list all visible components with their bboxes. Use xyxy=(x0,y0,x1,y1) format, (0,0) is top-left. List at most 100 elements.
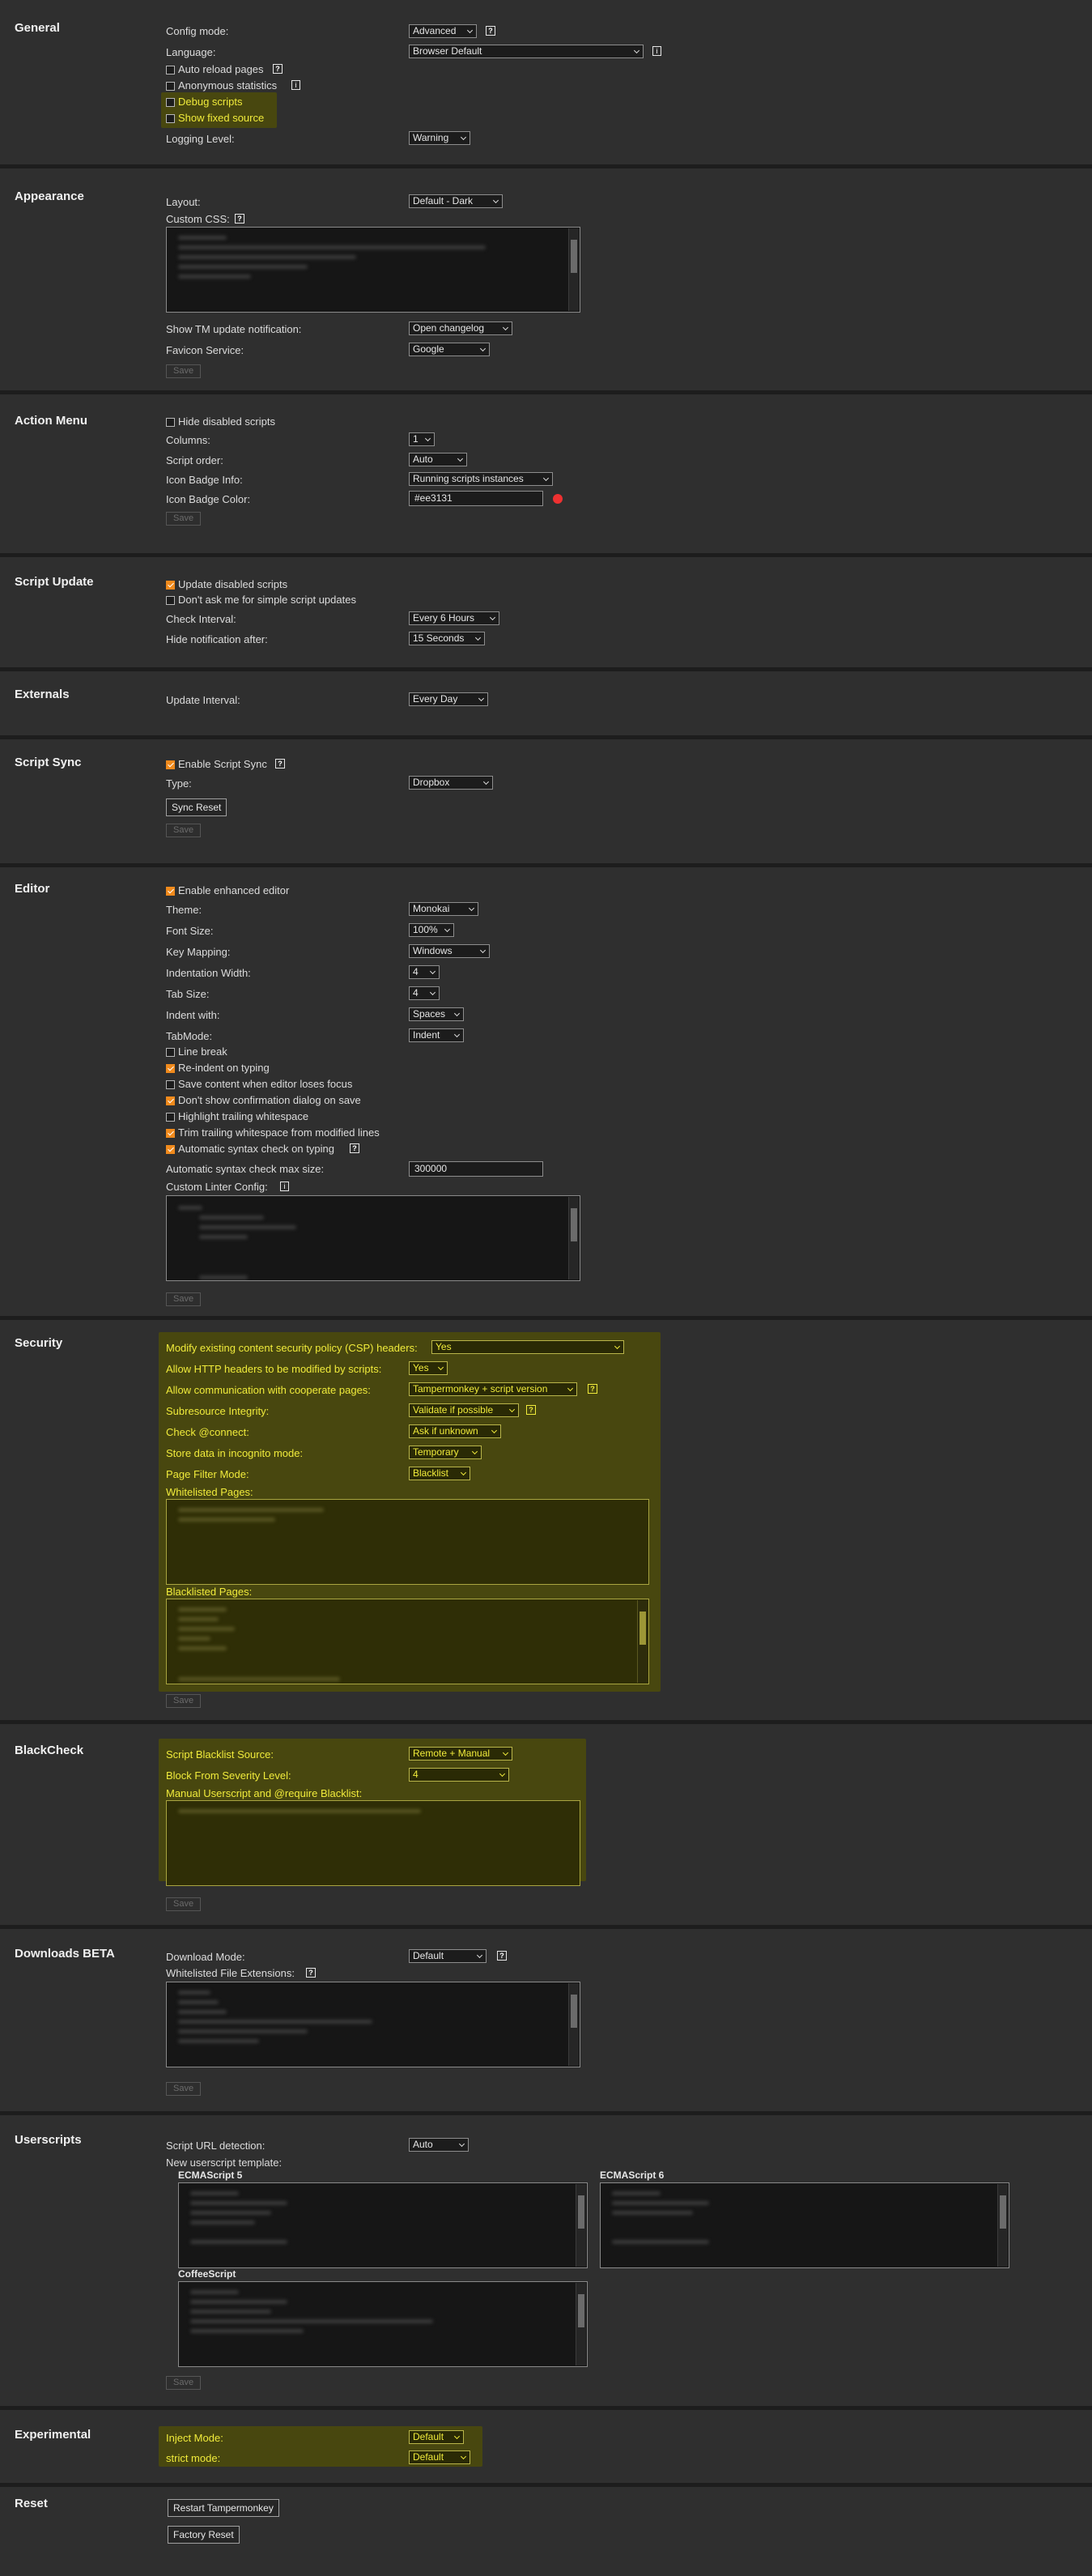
sync-type-select[interactable]: Dropbox xyxy=(409,776,493,790)
layout-select[interactable]: Default - Dark xyxy=(409,194,503,208)
theme-label: Theme: xyxy=(166,904,202,916)
info-icon[interactable]: i xyxy=(280,1182,289,1191)
section-title: Script Sync xyxy=(15,756,82,769)
update-disabled-label: Update disabled scripts xyxy=(178,578,288,590)
logging-level-select[interactable]: Warning xyxy=(409,131,470,145)
info-icon[interactable]: i xyxy=(291,80,300,90)
help-icon[interactable]: ? xyxy=(497,1951,507,1961)
badge-color-input[interactable]: #ee3131 xyxy=(409,491,543,506)
save-button[interactable]: Save xyxy=(166,2376,202,2390)
update-interval-label: Update Interval: xyxy=(166,694,240,706)
section-title: General xyxy=(15,21,60,35)
columns-select[interactable]: 1 xyxy=(409,432,435,446)
language-select[interactable]: Browser Default xyxy=(409,45,644,58)
hide-notification-select[interactable]: 15 Seconds xyxy=(409,632,485,645)
blacklisted-textarea[interactable] xyxy=(166,1599,649,1684)
help-icon[interactable]: ? xyxy=(273,64,283,74)
help-icon[interactable]: ? xyxy=(588,1384,597,1394)
help-icon[interactable]: ? xyxy=(350,1143,359,1153)
save-button[interactable]: Save xyxy=(166,1897,202,1911)
sri-label: Subresource Integrity: xyxy=(166,1405,270,1417)
filter-mode-select[interactable]: Blacklist xyxy=(409,1467,470,1480)
whitelisted-textarea[interactable] xyxy=(166,1499,649,1585)
reindent-checkbox[interactable] xyxy=(166,1064,175,1073)
http-headers-select[interactable]: Yes xyxy=(409,1361,448,1375)
config-mode-select[interactable]: Advanced xyxy=(409,24,477,38)
blacklist-source-select[interactable]: Remote + Manual xyxy=(409,1747,512,1761)
factory-reset-button[interactable]: Factory Reset xyxy=(168,2526,240,2544)
severity-select[interactable]: 4 xyxy=(409,1768,509,1782)
info-icon[interactable]: i xyxy=(652,46,661,56)
auto-reload-checkbox[interactable] xyxy=(166,66,175,75)
restart-tampermonkey-button[interactable]: Restart Tampermonkey xyxy=(168,2499,279,2517)
custom-css-label: Custom CSS: xyxy=(166,213,230,225)
save-button[interactable]: Save xyxy=(166,364,202,378)
logging-level-label: Logging Level: xyxy=(166,133,235,145)
dont-ask-checkbox[interactable] xyxy=(166,596,175,605)
favicon-select[interactable]: Google xyxy=(409,343,490,356)
help-icon[interactable]: ? xyxy=(486,26,495,36)
manual-blacklist-textarea[interactable] xyxy=(166,1800,580,1886)
section-title: Action Menu xyxy=(15,414,87,428)
show-update-select[interactable]: Open changelog xyxy=(409,321,512,335)
section-externals: Externals Update Interval: Every Day xyxy=(0,671,1092,739)
save-on-blur-checkbox[interactable] xyxy=(166,1080,175,1089)
custom-css-textarea[interactable] xyxy=(166,227,580,313)
sri-select[interactable]: Validate if possible xyxy=(409,1403,519,1417)
es5-textarea[interactable] xyxy=(178,2182,588,2268)
connect-select[interactable]: Ask if unknown xyxy=(409,1424,501,1438)
download-mode-label: Download Mode: xyxy=(166,1951,245,1963)
no-confirm-checkbox[interactable] xyxy=(166,1096,175,1105)
line-break-checkbox[interactable] xyxy=(166,1048,175,1057)
save-button[interactable]: Save xyxy=(166,2082,202,2096)
hide-disabled-checkbox[interactable] xyxy=(166,418,175,427)
coffeescript-textarea[interactable] xyxy=(178,2281,588,2367)
linter-config-textarea[interactable] xyxy=(166,1195,580,1281)
es6-textarea[interactable] xyxy=(600,2182,1009,2268)
anonymous-stats-checkbox[interactable] xyxy=(166,82,175,91)
help-icon[interactable]: ? xyxy=(526,1405,536,1415)
incognito-select[interactable]: Temporary xyxy=(409,1446,482,1459)
url-detection-select[interactable]: Auto xyxy=(409,2138,469,2152)
hide-disabled-label: Hide disabled scripts xyxy=(178,415,275,428)
sync-reset-button[interactable]: Sync Reset xyxy=(166,798,227,816)
color-swatch xyxy=(553,494,563,504)
save-button[interactable]: Save xyxy=(166,1694,202,1708)
debug-scripts-checkbox[interactable] xyxy=(166,98,175,107)
enable-sync-checkbox[interactable] xyxy=(166,760,175,769)
tabmode-select[interactable]: Indent xyxy=(409,1028,464,1042)
file-extensions-textarea[interactable] xyxy=(166,1982,580,2067)
syntax-max-input[interactable]: 300000 xyxy=(409,1161,543,1177)
help-icon[interactable]: ? xyxy=(306,1968,316,1978)
save-button[interactable]: Save xyxy=(166,512,202,526)
help-icon[interactable]: ? xyxy=(275,759,285,769)
strict-mode-select[interactable]: Default xyxy=(409,2450,470,2464)
blacklist-source-label: Script Blacklist Source: xyxy=(166,1748,274,1761)
highlight-whitespace-checkbox[interactable] xyxy=(166,1113,175,1122)
show-fixed-source-label: Show fixed source xyxy=(178,112,265,124)
update-interval-select[interactable]: Every Day xyxy=(409,692,488,706)
csp-select[interactable]: Yes xyxy=(431,1340,624,1354)
inject-mode-select[interactable]: Default xyxy=(409,2430,464,2444)
show-fixed-source-checkbox[interactable] xyxy=(166,114,175,123)
badge-info-select[interactable]: Running scripts instances xyxy=(409,472,553,486)
section-title: Editor xyxy=(15,882,50,896)
indent-width-select[interactable]: 4 xyxy=(409,965,440,979)
auto-syntax-checkbox[interactable] xyxy=(166,1145,175,1154)
save-button[interactable]: Save xyxy=(166,824,202,837)
script-order-select[interactable]: Auto xyxy=(409,453,467,466)
enhanced-editor-checkbox[interactable] xyxy=(166,887,175,896)
help-icon[interactable]: ? xyxy=(235,214,244,224)
update-disabled-checkbox[interactable] xyxy=(166,581,175,590)
cooperate-select[interactable]: Tampermonkey + script version xyxy=(409,1382,577,1396)
key-mapping-select[interactable]: Windows xyxy=(409,944,490,958)
indent-with-select[interactable]: Spaces xyxy=(409,1007,464,1021)
download-mode-select[interactable]: Default xyxy=(409,1949,487,1963)
check-interval-select[interactable]: Every 6 Hours xyxy=(409,611,499,625)
trim-whitespace-checkbox[interactable] xyxy=(166,1129,175,1138)
font-size-select[interactable]: 100% xyxy=(409,923,454,937)
tab-size-select[interactable]: 4 xyxy=(409,986,440,1000)
theme-select[interactable]: Monokai xyxy=(409,902,478,916)
section-title: Appearance xyxy=(15,189,84,203)
save-button[interactable]: Save xyxy=(166,1292,202,1306)
